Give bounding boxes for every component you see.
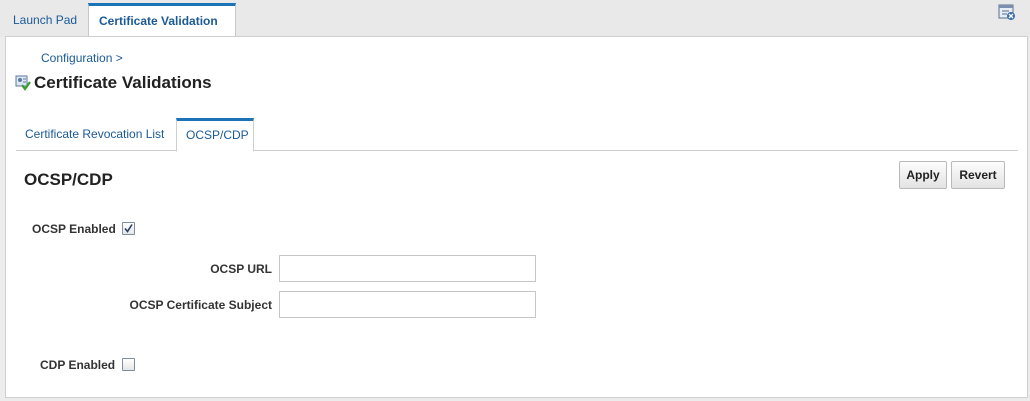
page-header: Certificate Validations <box>15 73 212 93</box>
section-title: OCSP/CDP <box>24 170 113 189</box>
ocsp-enabled-checkbox[interactable] <box>122 222 135 235</box>
ocsp-url-label: OCSP URL <box>210 262 272 276</box>
cdp-enabled-checkbox[interactable] <box>122 358 135 371</box>
certificate-check-icon <box>15 75 31 91</box>
ocsp-enabled-label: OCSP Enabled <box>32 222 116 236</box>
apply-button[interactable]: Apply <box>899 161 947 189</box>
breadcrumb[interactable]: Configuration > <box>41 51 123 65</box>
tab-launch-pad[interactable]: Launch Pad <box>3 3 87 37</box>
tab-certificate-revocation-list[interactable]: Certificate Revocation List <box>16 118 173 151</box>
tab-ocsp-cdp[interactable]: OCSP/CDP <box>176 118 254 152</box>
ocsp-url-input[interactable] <box>279 255 536 282</box>
page-title: Certificate Validations <box>34 73 212 92</box>
top-tab-strip: Launch Pad Certificate Validation× <box>0 0 1030 59</box>
tab-certificate-validation-label: Certificate Validation <box>99 14 218 28</box>
check-icon <box>124 224 133 233</box>
revert-button[interactable]: Revert <box>951 161 1005 189</box>
ocsp-certificate-subject-label: OCSP Certificate Subject <box>129 298 273 312</box>
main-panel: Configuration > Certificate Validations … <box>5 36 1028 398</box>
ocsp-certificate-subject-input[interactable] <box>279 291 536 318</box>
cdp-enabled-label: CDP Enabled <box>40 358 116 372</box>
sub-tab-bar: Certificate Revocation List OCSP/CDP <box>16 118 1018 152</box>
close-window-icon[interactable] <box>998 4 1016 21</box>
tab-certificate-validation[interactable]: Certificate Validation× <box>88 3 236 59</box>
